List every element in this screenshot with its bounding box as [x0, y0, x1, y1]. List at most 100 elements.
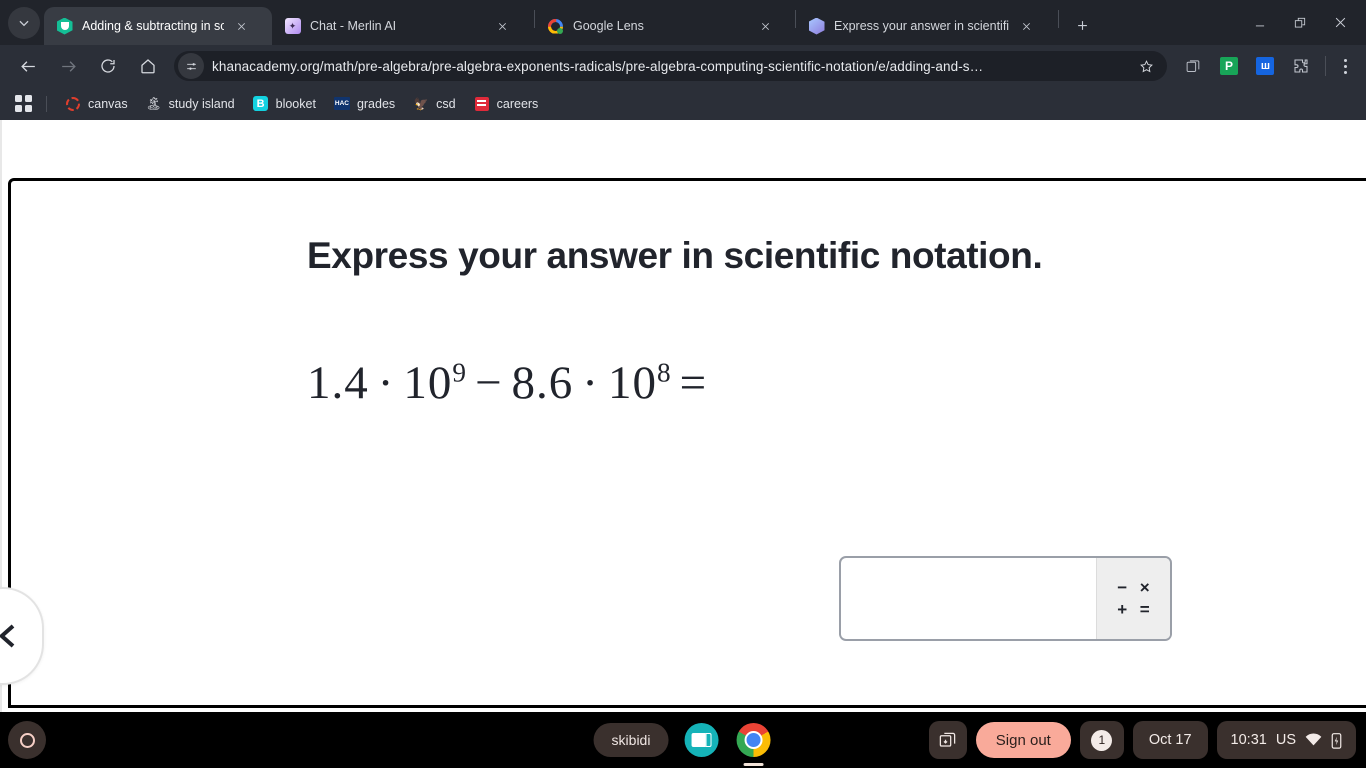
- shelf-app-list: skibidi: [593, 721, 773, 766]
- grid-icon: [14, 95, 32, 112]
- keypad-plus: +: [1117, 600, 1128, 620]
- tab-close-button[interactable]: [1015, 15, 1037, 37]
- shelf-status-area: Sign out 1 Oct 17 10:31 US: [928, 721, 1366, 759]
- copy-icon: [1186, 59, 1199, 72]
- reload-button[interactable]: [91, 49, 125, 83]
- maximize-button[interactable]: [1280, 0, 1320, 45]
- answer-field-wrapper: − × + =: [839, 556, 1172, 641]
- launcher-button[interactable]: [8, 721, 46, 759]
- news-app-button[interactable]: [682, 721, 720, 759]
- tab-divider: [1058, 9, 1059, 28]
- blue-lll-extension-icon[interactable]: ш: [1250, 51, 1280, 81]
- minimize-button[interactable]: [1240, 0, 1280, 45]
- tab-close-button[interactable]: [754, 15, 776, 37]
- home-icon: [141, 59, 155, 74]
- close-window-button[interactable]: [1320, 0, 1360, 45]
- exponent-1: 9: [452, 357, 467, 388]
- home-button[interactable]: [131, 49, 165, 83]
- multiplication-dot: ·: [377, 357, 395, 409]
- bookmark-csd[interactable]: 🦅 csd: [405, 92, 463, 116]
- tab-title: Chat - Merlin AI: [310, 19, 397, 33]
- green-p-extension-icon[interactable]: P: [1214, 51, 1244, 81]
- tab-google-lens[interactable]: Google Lens: [535, 7, 795, 45]
- calendar-date-button[interactable]: Oct 17: [1132, 721, 1208, 759]
- tab-title: Adding & subtracting in scientific: [82, 19, 224, 33]
- bookmark-label: grades: [356, 96, 396, 111]
- google-lens-favicon: [547, 18, 564, 35]
- chrome-app-button[interactable]: [734, 721, 772, 766]
- math-keypad-button[interactable]: − × + =: [1096, 558, 1170, 639]
- close-icon: [498, 22, 506, 30]
- tab-express-answer-scientific[interactable]: Express your answer in scientifi: [796, 7, 1058, 45]
- bookmark-study-island[interactable]: 🏝 study island: [138, 92, 243, 116]
- battery-icon: [1331, 732, 1342, 749]
- sign-out-button[interactable]: Sign out: [975, 722, 1071, 758]
- chevron-down-icon: [19, 20, 29, 27]
- tab-title: Google Lens: [573, 19, 644, 33]
- star-icon: [1139, 59, 1153, 72]
- extension-label: P: [1220, 57, 1238, 75]
- bookmark-label: canvas: [88, 96, 128, 111]
- exercise-card: Express your answer in scientific notati…: [8, 178, 1366, 708]
- base-1: 10: [403, 357, 453, 409]
- subtraction-operator: −: [475, 357, 503, 409]
- new-tab-button[interactable]: [1065, 8, 1099, 42]
- bookmark-canvas[interactable]: canvas: [57, 92, 136, 116]
- reload-icon: [101, 59, 115, 73]
- user-name: skibidi: [611, 732, 651, 748]
- back-button[interactable]: [11, 49, 45, 83]
- tune-icon: [186, 62, 196, 70]
- bookmarks-divider: [46, 95, 47, 112]
- bookmark-label: study island: [168, 96, 235, 111]
- merlin-ai-favicon: ✦: [284, 18, 301, 35]
- keypad-minus: −: [1117, 577, 1128, 597]
- puzzle-extensions-icon[interactable]: [1286, 51, 1316, 81]
- chromeos-shelf: skibidi Sign out 1 Oct 17 10:31 US: [0, 712, 1366, 768]
- wifi-icon: [1305, 733, 1322, 746]
- keypad-equals: =: [1139, 600, 1150, 620]
- plus-icon: [1077, 20, 1087, 30]
- tab-copy-extension-icon[interactable]: [1178, 51, 1208, 81]
- tab-close-button[interactable]: [491, 15, 513, 37]
- minimize-icon: [1255, 24, 1265, 26]
- menu-dot: [1343, 58, 1347, 62]
- launcher-icon: [19, 732, 35, 748]
- address-bar[interactable]: khanacademy.org/math/pre-algebra/pre-alg…: [174, 51, 1167, 81]
- tab-search-button[interactable]: [8, 7, 40, 39]
- bookmark-grades[interactable]: HAC grades: [326, 92, 403, 116]
- bookmark-star-button[interactable]: [1133, 53, 1159, 79]
- apps-grid-button[interactable]: [10, 92, 36, 116]
- chrome-icon: [736, 723, 771, 757]
- multiplication-dot: ·: [582, 357, 599, 409]
- system-status-button[interactable]: 10:31 US: [1216, 721, 1356, 759]
- blooket-icon: B: [253, 96, 269, 112]
- answer-input[interactable]: [841, 558, 1096, 639]
- tab-adding-subtracting-scientific[interactable]: Adding & subtracting in scientific: [44, 7, 272, 45]
- chrome-menu-button[interactable]: [1332, 51, 1358, 81]
- bookmark-careers[interactable]: careers: [466, 92, 547, 116]
- tab-close-button[interactable]: [230, 15, 252, 37]
- tab-chat-merlin-ai[interactable]: ✦ Chat - Merlin AI: [272, 7, 534, 45]
- math-problem: 1.4 · 109−8.6 · 108 =: [307, 356, 716, 410]
- user-profile-pill[interactable]: skibidi: [593, 723, 669, 757]
- bookmark-blooket[interactable]: B blooket: [245, 92, 324, 116]
- careers-icon: [474, 96, 490, 112]
- shelf-locale: US: [1275, 732, 1296, 748]
- khan-academy-favicon: [808, 17, 825, 35]
- site-settings-icon[interactable]: [178, 53, 204, 79]
- page-title: Express your answer in scientific notati…: [307, 235, 1043, 276]
- bookmark-label: careers: [496, 96, 539, 111]
- menu-dot: [1343, 64, 1347, 68]
- forward-button[interactable]: [51, 49, 85, 83]
- bookmarks-bar: canvas 🏝 study island B blooket HAC grad…: [0, 87, 1366, 120]
- arrow-left-icon: [20, 60, 35, 72]
- chevron-left-icon: [0, 624, 15, 648]
- puzzle-icon: [1294, 59, 1308, 73]
- toolbar-divider: [1325, 56, 1326, 76]
- base-2: 10: [607, 357, 657, 409]
- notification-count: 1: [1091, 729, 1113, 751]
- window-controls: [1240, 0, 1366, 45]
- notification-counter-button[interactable]: 1: [1079, 721, 1124, 759]
- coefficient-2: 8.6: [511, 357, 574, 409]
- screen-capture-button[interactable]: [928, 721, 967, 759]
